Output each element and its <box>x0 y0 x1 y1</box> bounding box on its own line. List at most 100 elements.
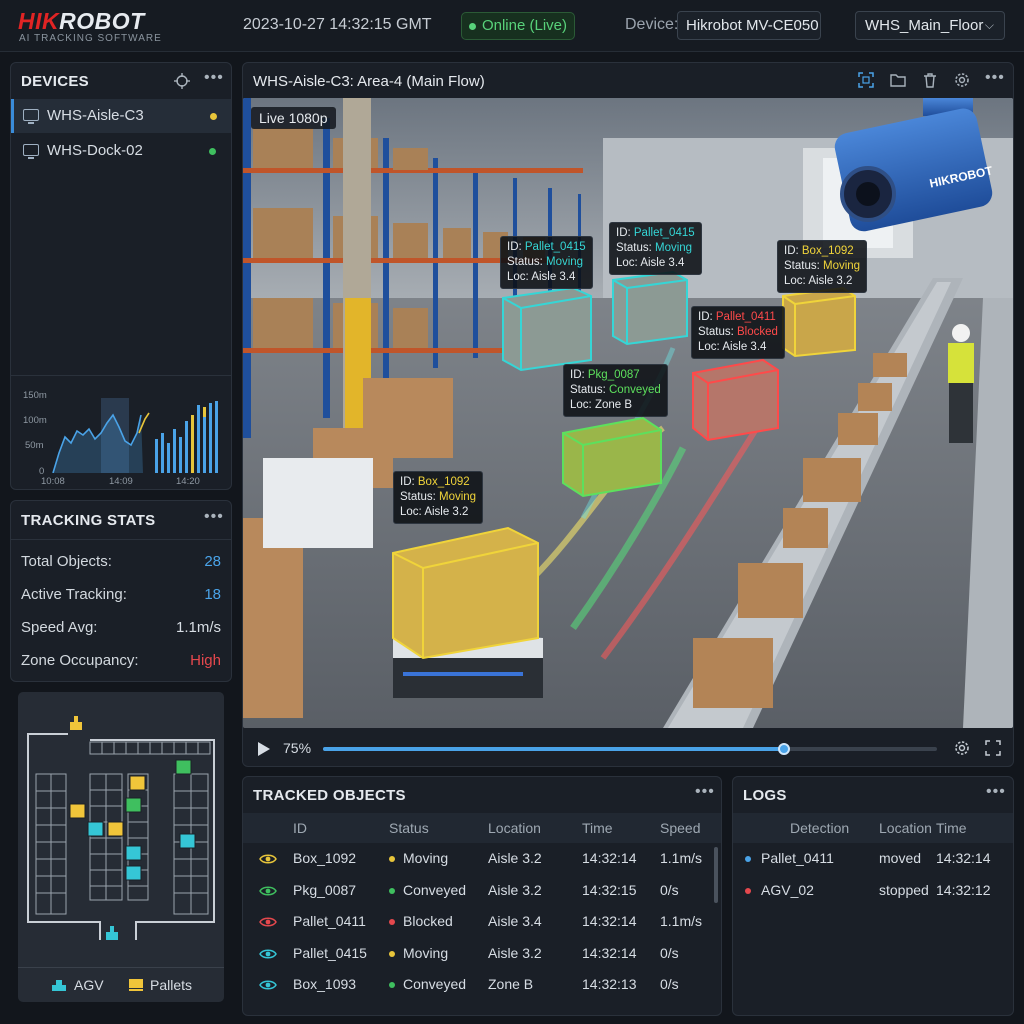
label-status: Moving <box>439 491 477 503</box>
detection-label[interactable]: ID: Pkg_0087 Status: Conveyed Loc: Zone … <box>563 364 668 417</box>
label-loc-prefix: Loc: <box>616 257 641 269</box>
status-text: Moving <box>403 944 449 961</box>
log-cell-detection: AGV_02 <box>761 881 814 898</box>
gear-icon[interactable] <box>953 72 971 90</box>
label-status: Moving <box>546 256 584 268</box>
table-row[interactable]: Box_1092 Moving Aisle 3.2 14:32:14 1.1m/s <box>243 843 713 874</box>
legend-pallets-label: Pallets <box>150 977 193 993</box>
eye-icon[interactable] <box>259 853 277 865</box>
column-header[interactable]: Time <box>936 820 967 836</box>
play-icon[interactable] <box>257 741 271 757</box>
detection-label[interactable]: ID: Pallet_0415 Status: Moving Loc: Aisl… <box>500 236 593 289</box>
detection-label[interactable]: ID: Box_1092 Status: Moving Loc: Aisle 3… <box>777 240 868 293</box>
stats-more-icon[interactable]: ••• <box>204 508 224 526</box>
detection-label[interactable]: ID: Pallet_0411 Status: Blocked Loc: Ais… <box>691 306 785 359</box>
status-cell: Moving <box>389 850 448 866</box>
column-header[interactable]: Detection <box>790 820 849 836</box>
tracked-more-icon[interactable]: ••• <box>695 783 715 801</box>
column-header[interactable]: Location <box>488 820 541 836</box>
status-text: Online (Live) <box>481 17 568 34</box>
column-header[interactable]: Status <box>389 820 429 836</box>
monitor-icon <box>23 144 39 159</box>
cell-id: Pkg_0087 <box>293 881 357 898</box>
table-row[interactable]: Pkg_0087 Conveyed Aisle 3.2 14:32:15 0/s <box>243 875 713 906</box>
label-id: Pkg_0087 <box>587 369 640 381</box>
table-row[interactable]: Box_1093 Conveyed Zone B 14:32:13 0/s <box>243 969 713 1000</box>
eye-icon[interactable] <box>259 948 277 960</box>
logs-header: Detection Location Time <box>733 813 1013 843</box>
cell-speed: 1.1m/s <box>660 850 703 866</box>
devices-more-icon[interactable]: ••• <box>204 69 224 87</box>
trash-icon[interactable] <box>921 72 939 90</box>
label-loc-prefix: Loc: <box>400 506 425 518</box>
cell-speed: 0/s <box>660 976 679 992</box>
column-header[interactable]: Speed <box>660 820 700 836</box>
video-more-icon[interactable]: ••• <box>985 69 1005 87</box>
devices-panel: DEVICES ••• WHS-Aisle-C3 WHS-Dock-02 150… <box>10 62 232 490</box>
agv-marker-top <box>70 716 82 730</box>
divider <box>11 375 231 376</box>
label-id: Box_1092 <box>801 245 854 257</box>
cell-id: Pallet_0411 <box>293 913 366 929</box>
device-item-dock-02[interactable]: WHS-Dock-02 <box>11 134 231 168</box>
column-header[interactable]: ID <box>293 820 307 836</box>
label-status: Blocked <box>737 326 778 338</box>
status-text: Conveyed <box>403 976 467 992</box>
tracked-title: TRACKED OBJECTS <box>253 787 406 804</box>
detection-label[interactable]: ID: Pallet_0415 Status: Moving Loc: Aisl… <box>609 222 702 275</box>
playback-settings-icon[interactable] <box>953 740 971 758</box>
eye-icon[interactable] <box>259 885 277 897</box>
tracked-objects-panel: TRACKED OBJECTS ••• ID Status Location T… <box>242 776 722 1016</box>
cell-location: Aisle 3.2 <box>488 850 542 866</box>
label-id-prefix: ID: <box>570 369 588 381</box>
status-text: Blocked <box>403 913 453 929</box>
detection-label[interactable]: ID: Box_1092 Status: Moving Loc: Aisle 3… <box>393 471 484 524</box>
progress-fill <box>323 747 784 751</box>
detect-icon[interactable] <box>857 72 875 90</box>
status-text: Conveyed <box>403 881 467 898</box>
eye-icon[interactable] <box>259 979 277 991</box>
folder-icon[interactable] <box>889 72 907 90</box>
log-cell-time: 14:32:12 <box>936 881 991 898</box>
bbox-pkg-0087 <box>562 416 662 498</box>
live-badge: Live 1080p <box>251 107 336 129</box>
chart-y-tick: 150m <box>23 390 47 401</box>
status-dot <box>389 919 395 926</box>
eye-icon[interactable] <box>259 916 277 928</box>
activity-chart <box>52 398 218 473</box>
devices-title: DEVICES <box>21 73 89 90</box>
target-icon[interactable] <box>174 73 190 89</box>
tracking-stats-panel: TRACKING STATS ••• Total Objects: 28 Act… <box>10 500 232 682</box>
cell-id: Pallet_0415 <box>293 944 367 961</box>
floor-map[interactable]: AGV Pallets <box>18 692 224 1002</box>
progress-handle[interactable] <box>777 743 790 755</box>
device-item-aisle-c3[interactable]: WHS-Aisle-C3 <box>11 99 231 133</box>
stat-label-total: Total Objects: <box>21 553 112 570</box>
status-dot <box>468 22 476 30</box>
datetime: 2023-10-27 14:32:15 GMT <box>243 16 432 33</box>
stat-value-speed: 1.1m/s <box>175 619 221 636</box>
scrollbar-thumb[interactable] <box>714 847 718 903</box>
column-header[interactable]: Time <box>582 820 613 836</box>
chevron-down-icon: ⌵ <box>984 18 994 32</box>
table-header: ID Status Location Time Speed <box>243 813 721 843</box>
stat-value-active: 18 <box>204 586 221 603</box>
log-row[interactable]: Pallet_0411 moved 14:32:14 <box>733 843 1013 874</box>
stat-label-speed: Speed Avg: <box>21 619 98 636</box>
floor-select[interactable]: WHS_Main_Floor ⌵ <box>855 11 1005 40</box>
label-id-prefix: ID: <box>616 227 634 239</box>
table-row[interactable]: Pallet_0415 Moving Aisle 3.2 14:32:14 0/s <box>243 938 713 969</box>
video-feed[interactable]: Live 1080p HIKROBOT ID: Pallet_0415 Stat… <box>243 98 1013 728</box>
device-field[interactable]: Hikrobot MV-CE050 <box>677 11 821 40</box>
logo: HIKROBOT <box>18 8 145 34</box>
fullscreen-icon[interactable] <box>984 740 1002 758</box>
column-header[interactable]: Location <box>879 820 932 836</box>
table-row[interactable]: Pallet_0411 Blocked Aisle 3.4 14:32:14 1.1m/… <box>243 906 713 937</box>
device-item-label: WHS-Dock-02 <box>47 142 143 159</box>
tracked-table-body: Box_1092 Moving Aisle 3.2 14:32:14 1.1m/s Pkg… <box>243 843 713 1015</box>
progress-track[interactable] <box>323 743 937 755</box>
bbox-pallet-0411 <box>692 358 779 442</box>
log-row[interactable]: AGV_02 stopped 14:32:12 <box>733 875 1013 906</box>
logs-more-icon[interactable]: ••• <box>986 783 1006 801</box>
status-dot <box>389 887 395 894</box>
